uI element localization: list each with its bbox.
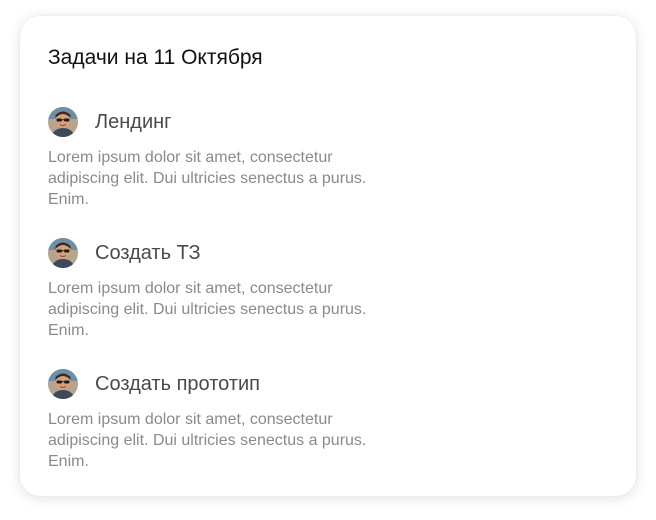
avatar (48, 107, 78, 137)
avatar (48, 238, 78, 268)
task-item-create-spec[interactable]: Создать ТЗ Lorem ipsum dolor sit amet, c… (48, 237, 388, 341)
tasks-card: Задачи на 11 Октября Лендинг Lorem ipsum… (20, 16, 636, 496)
task-item-landing[interactable]: Лендинг Lorem ipsum dolor sit amet, cons… (48, 106, 388, 210)
task-title: Создать прототип (95, 373, 260, 395)
task-description: Lorem ipsum dolor sit amet, consectetur … (48, 411, 367, 470)
task-header: Создать прототип (48, 368, 388, 400)
task-title: Лендинг (95, 111, 172, 133)
task-header: Создать ТЗ (48, 237, 388, 269)
task-item-create-prototype[interactable]: Создать прототип Lorem ipsum dolor sit a… (48, 368, 388, 472)
avatar (48, 369, 78, 399)
task-description: Lorem ipsum dolor sit amet, consectetur … (48, 280, 367, 339)
card-title: Задачи на 11 Октября (48, 46, 263, 69)
task-header: Лендинг (48, 106, 388, 138)
task-title: Создать ТЗ (95, 242, 201, 264)
task-description: Lorem ipsum dolor sit amet, consectetur … (48, 149, 367, 208)
